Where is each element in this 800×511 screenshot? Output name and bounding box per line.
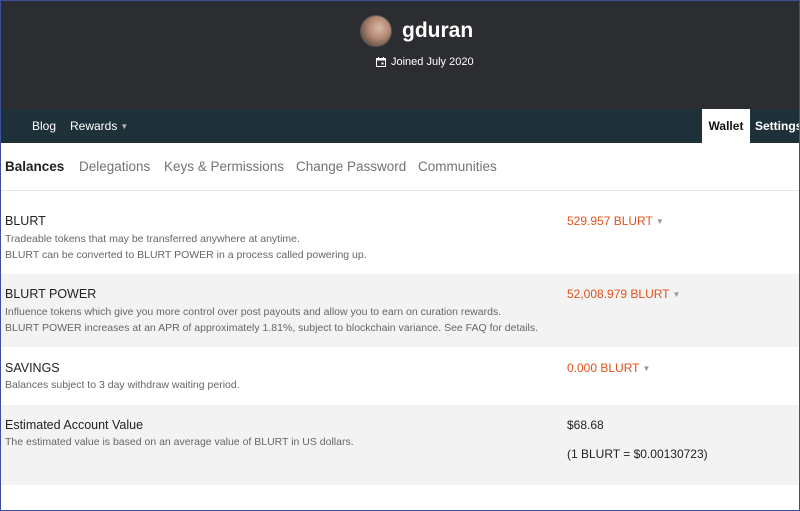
blurt-rate: (1 BLURT = $0.00130723) bbox=[567, 447, 708, 461]
blurt-power-amount: 52,008.979 BLURT bbox=[567, 287, 670, 301]
nav-rewards-label: Rewards bbox=[70, 119, 118, 133]
tab-delegations[interactable]: Delegations bbox=[79, 159, 150, 174]
tab-keys-permissions[interactable]: Keys & Permissions bbox=[164, 159, 284, 174]
wallet-tabs: Balances Delegations Keys & Permissions … bbox=[1, 143, 799, 191]
blurt-amount-dropdown[interactable]: 529.957 BLURT ▼ bbox=[567, 214, 664, 228]
profile-header: gduran Joined July 2020 bbox=[1, 1, 799, 109]
tab-balances[interactable]: Balances bbox=[5, 159, 64, 174]
profile-identity: gduran bbox=[360, 13, 473, 49]
balance-desc: Balances subject to 3 day withdraw waiti… bbox=[5, 379, 240, 391]
balance-desc: Influence tokens which give you more con… bbox=[5, 306, 502, 318]
caret-down-icon: ▼ bbox=[120, 122, 129, 131]
calendar-icon bbox=[376, 57, 386, 67]
nav-blog[interactable]: Blog bbox=[32, 109, 56, 143]
caret-down-icon: ▼ bbox=[672, 290, 681, 299]
blurt-power-amount-dropdown[interactable]: 52,008.979 BLURT ▼ bbox=[567, 287, 680, 301]
joined-date: Joined July 2020 bbox=[376, 54, 474, 70]
balance-desc: Tradeable tokens that may be transferred… bbox=[5, 233, 300, 245]
joined-text: Joined July 2020 bbox=[391, 56, 474, 68]
balance-row-blurt-power: BLURT POWER Influence tokens which give … bbox=[1, 274, 799, 347]
balance-title: BLURT POWER bbox=[5, 287, 97, 301]
savings-amount-dropdown[interactable]: 0.000 BLURT ▼ bbox=[567, 361, 650, 375]
balance-desc: BLURT POWER increases at an APR of appro… bbox=[5, 322, 539, 334]
profile-nav-bar: Blog Rewards ▼ Wallet Settings bbox=[1, 109, 799, 143]
tab-communities[interactable]: Communities bbox=[418, 159, 497, 174]
username: gduran bbox=[402, 19, 474, 42]
tab-change-password[interactable]: Change Password bbox=[296, 159, 406, 174]
balance-desc: BLURT can be converted to BLURT POWER in… bbox=[5, 249, 367, 261]
balance-desc: The estimated value is based on an avera… bbox=[5, 436, 354, 448]
balance-title: BLURT bbox=[5, 214, 46, 228]
nav-rewards-dropdown[interactable]: Rewards ▼ bbox=[70, 109, 128, 143]
balance-title: SAVINGS bbox=[5, 361, 60, 375]
balance-row-blurt: BLURT Tradeable tokens that may be trans… bbox=[1, 201, 799, 273]
balance-row-savings: SAVINGS Balances subject to 3 day withdr… bbox=[1, 348, 799, 404]
balance-row-estimated-value: Estimated Account Value The estimated va… bbox=[1, 405, 799, 485]
nav-settings[interactable]: Settings bbox=[755, 109, 799, 143]
estimated-value: $68.68 bbox=[567, 418, 604, 432]
avatar[interactable] bbox=[360, 15, 392, 47]
wallet-page: gduran Joined July 2020 Blog Rewards ▼ Wa… bbox=[0, 0, 800, 511]
nav-wallet[interactable]: Wallet bbox=[702, 109, 750, 143]
blurt-amount: 529.957 BLURT bbox=[567, 214, 653, 228]
balance-title: Estimated Account Value bbox=[5, 418, 144, 432]
caret-down-icon: ▼ bbox=[642, 364, 651, 373]
savings-amount: 0.000 BLURT bbox=[567, 361, 640, 375]
caret-down-icon: ▼ bbox=[655, 217, 664, 226]
